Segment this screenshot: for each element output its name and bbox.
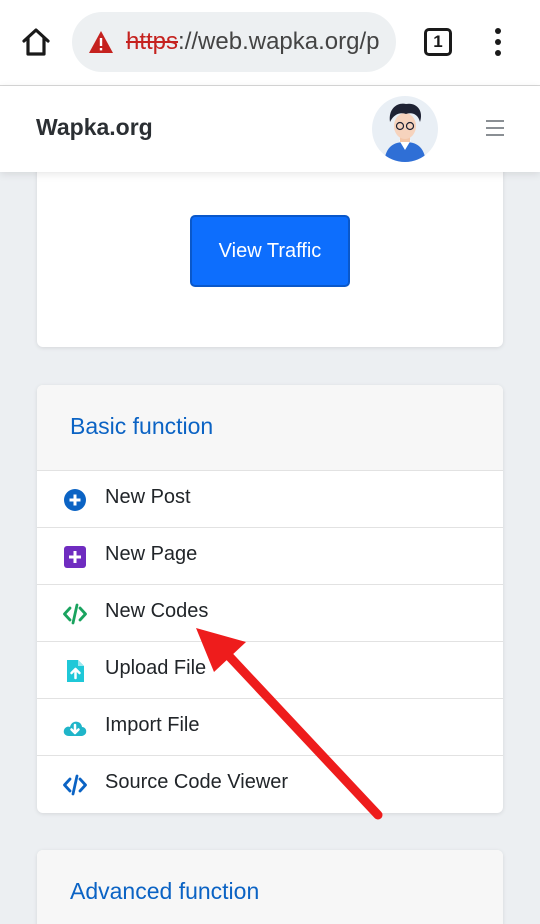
list-item-source-code-viewer[interactable]: Source Code Viewer (37, 756, 503, 813)
site-brand[interactable]: Wapka.org (36, 114, 153, 141)
basic-function-title: Basic function (70, 413, 214, 439)
code-icon (63, 602, 87, 626)
cloud-download-icon (63, 716, 87, 740)
code-icon (63, 773, 87, 797)
list-item-new-post[interactable]: New Post (37, 471, 503, 528)
card-header: Advanced function (37, 850, 503, 924)
list-item-label: Upload File (105, 657, 207, 679)
main-content: View Traffic Basic function New Post New… (0, 172, 540, 924)
hamburger-icon[interactable] (486, 120, 504, 141)
advanced-function-title: Advanced function (70, 878, 260, 904)
site-header: Wapka.org (0, 86, 540, 172)
home-icon[interactable] (18, 24, 54, 60)
list-item-new-page[interactable]: New Page (37, 528, 503, 585)
tabs-icon[interactable]: 1 (424, 28, 452, 56)
file-upload-icon (63, 659, 87, 683)
warning-icon (88, 30, 114, 54)
view-traffic-button[interactable]: View Traffic (190, 215, 350, 287)
avatar[interactable] (372, 96, 438, 162)
list-item-label: New Post (105, 486, 191, 508)
list-item-label: Source Code Viewer (105, 771, 289, 793)
plus-square-icon (63, 545, 87, 569)
list-item-label: New Codes (105, 600, 209, 622)
list-item-upload-file[interactable]: Upload File (37, 642, 503, 699)
list-item-new-codes[interactable]: New Codes (37, 585, 503, 642)
basic-function-card: Basic function New Post New Page New Cod… (37, 385, 503, 813)
url-bar[interactable]: https://web.wapka.org/p (72, 12, 396, 72)
plus-circle-icon (63, 488, 87, 512)
list-item-label: Import File (105, 714, 200, 736)
url-text: https://web.wapka.org/p (126, 28, 379, 56)
browser-toolbar: https://web.wapka.org/p 1 (0, 0, 540, 86)
list-item-import-file[interactable]: Import File (37, 699, 503, 756)
advanced-function-card: Advanced function (37, 850, 503, 924)
traffic-card: View Traffic (37, 172, 503, 347)
more-vert-icon[interactable] (486, 24, 510, 60)
url-scheme: https (126, 28, 179, 55)
url-host: ://web.wapka.org/p (178, 28, 380, 55)
card-header: Basic function (37, 385, 503, 471)
list-item-label: New Page (105, 543, 198, 565)
